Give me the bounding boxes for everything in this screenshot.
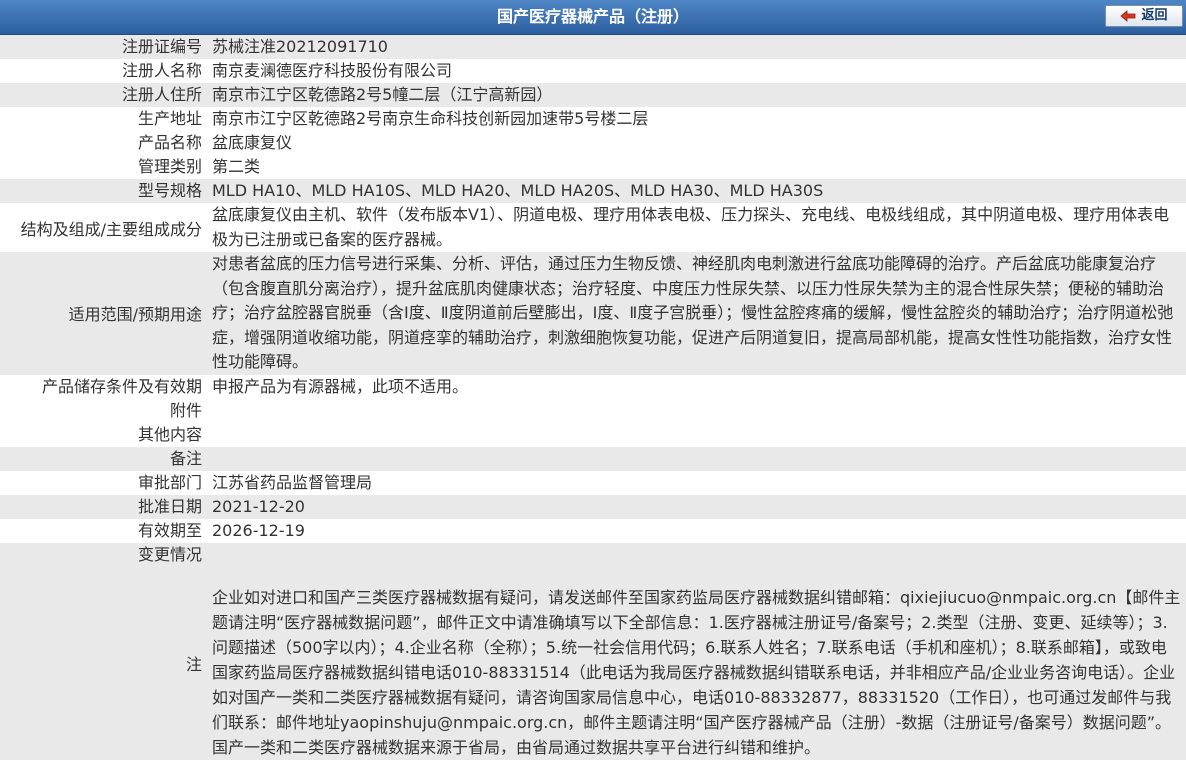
table-row: 注册证编号 苏械注准20212091710 xyxy=(0,35,1186,59)
field-label: 注 xyxy=(0,566,205,760)
table-row: 产品储存条件及有效期 申报产品为有源器械，此项不适用。 xyxy=(0,374,1186,399)
title-bar: 国产医疗器械产品（注册） 返回 xyxy=(0,0,1186,35)
field-value: 申报产品为有源器械，此项不适用。 xyxy=(205,374,1186,399)
notice-text: 企业如对进口和国产三类医疗器械数据有疑问，请发送邮件至国家药监局医疗器械数据纠错… xyxy=(205,566,1186,760)
field-value: 南京市江宁区乾德路2号南京生命科技创新园加速带5号楼二层 xyxy=(205,107,1186,131)
table-row: 注册人名称 南京麦澜德医疗科技股份有限公司 xyxy=(0,59,1186,83)
field-label: 型号规格 xyxy=(0,179,205,203)
field-label: 注册证编号 xyxy=(0,35,205,59)
field-label: 其他内容 xyxy=(0,422,205,447)
back-button-label: 返回 xyxy=(1141,8,1168,23)
table-row: 备注 xyxy=(0,446,1186,471)
page-title: 国产医疗器械产品（注册） xyxy=(496,7,689,26)
field-label: 变更情况 xyxy=(0,542,205,567)
table-row: 管理类别 第二类 xyxy=(0,155,1186,179)
table-row: 结构及组成/主要组成成分 盆底康复仪由主机、软件（发布版本V1）、阴道电极、理疗… xyxy=(0,203,1186,252)
table-row: 其他内容 xyxy=(0,422,1186,447)
table-row: 注册人住所 南京市江宁区乾德路2号5幢二层（江宁高新园） xyxy=(0,83,1186,107)
field-label: 产品名称 xyxy=(0,131,205,155)
field-value xyxy=(205,542,1186,567)
field-value: 2021-12-20 xyxy=(205,494,1186,519)
field-label: 产品储存条件及有效期 xyxy=(0,374,205,399)
field-label: 注册人名称 xyxy=(0,59,205,83)
field-value: 盆底康复仪 xyxy=(205,131,1186,155)
field-value: 2026-12-19 xyxy=(205,518,1186,543)
table-row: 注 企业如对进口和国产三类医疗器械数据有疑问，请发送邮件至国家药监局医疗器械数据… xyxy=(0,566,1186,760)
field-value xyxy=(205,446,1186,471)
table-row: 有效期至 2026-12-19 xyxy=(0,518,1186,543)
back-arrow-icon xyxy=(1120,10,1136,22)
table-row: 生产地址 南京市江宁区乾德路2号南京生命科技创新园加速带5号楼二层 xyxy=(0,107,1186,131)
field-label: 有效期至 xyxy=(0,518,205,543)
table-row: 变更情况 xyxy=(0,542,1186,567)
table-row: 审批部门 江苏省药品监督管理局 xyxy=(0,470,1186,495)
field-label: 附件 xyxy=(0,398,205,423)
table-row: 附件 xyxy=(0,398,1186,423)
registration-detail-table: 注册证编号 苏械注准20212091710 注册人名称 南京麦澜德医疗科技股份有… xyxy=(0,35,1186,760)
field-value: 盆底康复仪由主机、软件（发布版本V1）、阴道电极、理疗用体表电极、压力探头、充电… xyxy=(205,203,1186,252)
field-value: 对患者盆底的压力信号进行采集、分析、评估，通过压力生物反馈、神经肌肉电刺激进行盆… xyxy=(205,252,1186,375)
table-row: 批准日期 2021-12-20 xyxy=(0,494,1186,519)
table-row: 适用范围/预期用途 对患者盆底的压力信号进行采集、分析、评估，通过压力生物反馈、… xyxy=(0,252,1186,375)
field-value: 南京市江宁区乾德路2号5幢二层（江宁高新园） xyxy=(205,83,1186,107)
field-label: 批准日期 xyxy=(0,494,205,519)
field-label: 审批部门 xyxy=(0,470,205,495)
back-button[interactable]: 返回 xyxy=(1105,5,1183,27)
field-label: 注册人住所 xyxy=(0,83,205,107)
table-row: 型号规格 MLD HA10、MLD HA10S、MLD HA20、MLD HA2… xyxy=(0,179,1186,203)
field-value xyxy=(205,398,1186,423)
field-label: 生产地址 xyxy=(0,107,205,131)
field-value: 南京麦澜德医疗科技股份有限公司 xyxy=(205,59,1186,83)
table-row: 产品名称 盆底康复仪 xyxy=(0,131,1186,155)
field-label: 结构及组成/主要组成成分 xyxy=(0,203,205,252)
field-value: 第二类 xyxy=(205,155,1186,179)
field-label: 备注 xyxy=(0,446,205,471)
field-value xyxy=(205,422,1186,447)
field-label: 管理类别 xyxy=(0,155,205,179)
field-label: 适用范围/预期用途 xyxy=(0,252,205,375)
field-value: 苏械注准20212091710 xyxy=(205,35,1186,59)
field-value: 江苏省药品监督管理局 xyxy=(205,470,1186,495)
field-value: MLD HA10、MLD HA10S、MLD HA20、MLD HA20S、ML… xyxy=(205,179,1186,203)
